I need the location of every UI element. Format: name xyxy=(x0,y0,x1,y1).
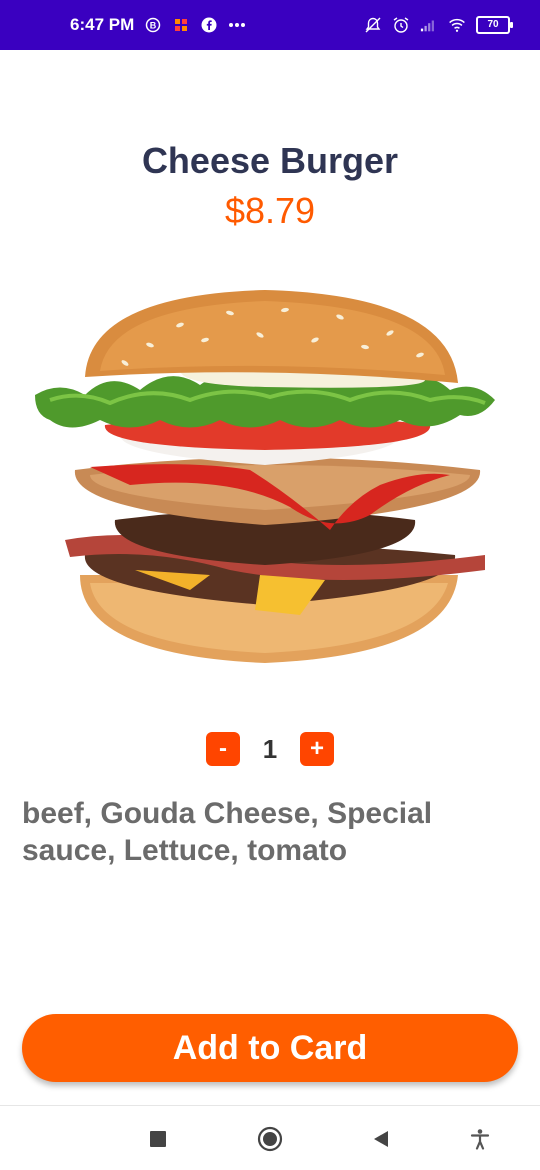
svg-text:B: B xyxy=(150,21,157,31)
add-to-cart-button[interactable]: Add to Card xyxy=(22,1014,518,1082)
facebook-icon xyxy=(200,16,218,34)
product-title: Cheese Burger xyxy=(141,140,399,181)
status-bar: 6:47 PM B 70 xyxy=(0,0,540,50)
status-left: 6:47 PM B xyxy=(70,15,246,35)
status-time: 6:47 PM xyxy=(70,15,135,34)
burger-illustration xyxy=(35,290,495,663)
mute-bell-icon xyxy=(364,16,382,34)
battery-icon: 70 xyxy=(476,16,513,34)
status-right: 70 xyxy=(364,16,513,34)
back-icon[interactable] xyxy=(366,1124,396,1154)
quantity-value: 1 xyxy=(262,733,278,764)
alarm-icon xyxy=(392,16,410,34)
signal-icon xyxy=(420,16,438,34)
increment-button[interactable]: + xyxy=(300,732,334,766)
quantity-stepper: - 1 + xyxy=(0,732,540,766)
accessibility-icon[interactable] xyxy=(465,1124,495,1154)
recents-icon[interactable] xyxy=(143,1124,173,1154)
product-image xyxy=(30,285,500,675)
more-icon xyxy=(228,16,246,34)
product-price: $8.79 xyxy=(224,190,316,231)
system-nav-bar xyxy=(0,1105,540,1170)
product-description: beef, Gouda Cheese, Special sauce, Lettu… xyxy=(22,797,433,867)
decrement-button[interactable]: - xyxy=(206,732,240,766)
wifi-icon xyxy=(448,16,466,34)
b-circle-icon: B xyxy=(144,16,162,34)
home-icon[interactable] xyxy=(255,1124,285,1154)
app-icon xyxy=(172,16,190,34)
